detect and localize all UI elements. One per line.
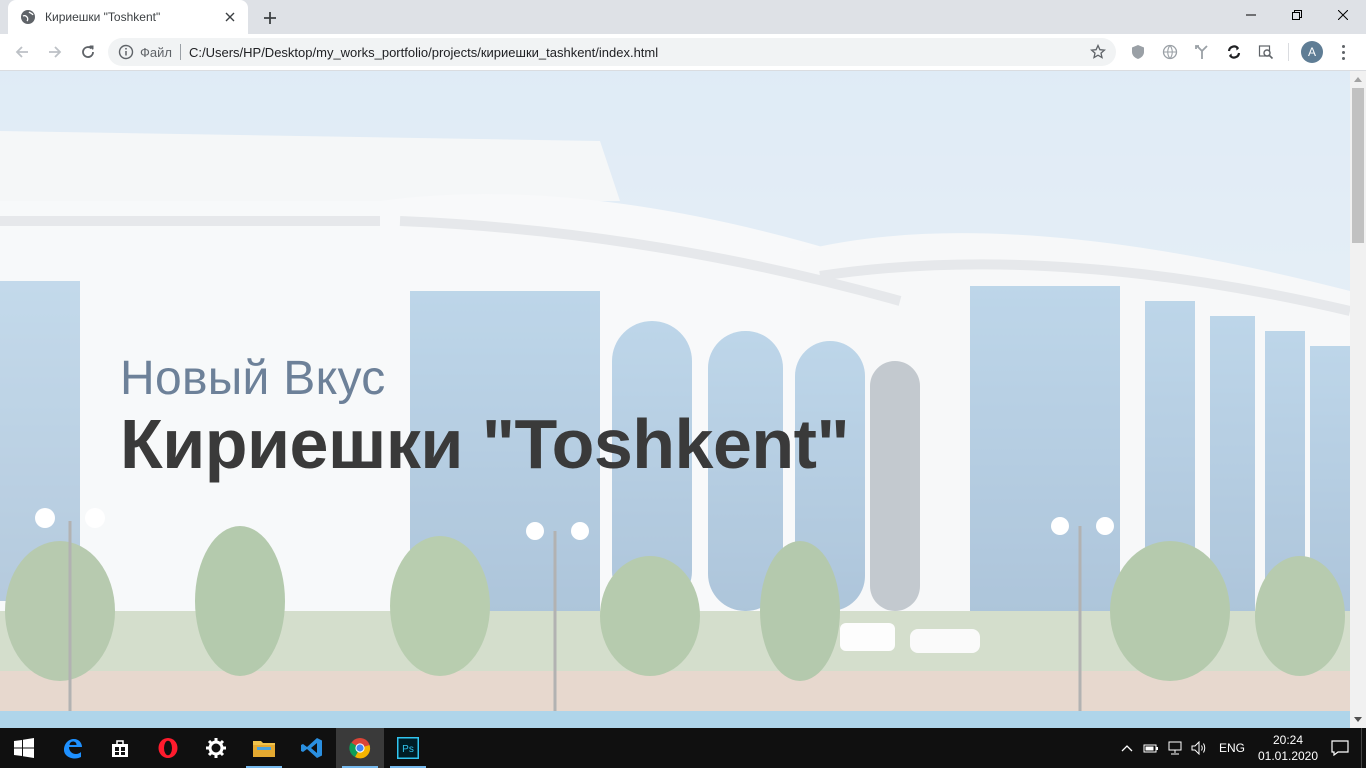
taskbar: Ps ENG 20:24 01.01.2020 (0, 728, 1366, 768)
edge-app[interactable] (48, 728, 96, 768)
url-text[interactable]: C:/Users/HP/Desktop/my_works_portfolio/p… (189, 45, 1090, 60)
restore-icon (1292, 10, 1302, 20)
info-icon[interactable] (118, 44, 134, 60)
star-icon[interactable] (1090, 44, 1106, 60)
battery-icon (1143, 744, 1158, 753)
hero-title: Кириешки "Toshkent" (120, 405, 850, 483)
start-button[interactable] (0, 728, 48, 768)
opera-icon (158, 738, 178, 758)
scrollbar-thumb[interactable] (1352, 88, 1364, 243)
arrow-left-icon (15, 46, 28, 58)
divider (179, 44, 181, 60)
settings-app[interactable] (192, 728, 240, 768)
folder-icon (253, 741, 275, 757)
clock[interactable]: 20:24 01.01.2020 (1257, 732, 1319, 764)
chevron-down-icon (1354, 717, 1362, 722)
volume-tray-button[interactable] (1187, 728, 1211, 768)
new-tab-button[interactable] (258, 6, 282, 30)
windows-icon (14, 738, 34, 758)
globe-extension[interactable] (1158, 40, 1182, 64)
forward-button[interactable] (40, 37, 70, 67)
globe-icon (21, 10, 35, 24)
chevron-up-icon (1354, 77, 1362, 82)
system-tray: ENG 20:24 01.01.2020 (1115, 728, 1366, 768)
window-controls (1228, 0, 1366, 30)
close-icon (1338, 10, 1348, 20)
notifications-button[interactable] (1319, 728, 1361, 768)
search-page-icon (1258, 45, 1274, 60)
photoshop-app[interactable]: Ps (384, 728, 432, 768)
tray-expand-button[interactable] (1115, 728, 1139, 768)
back-button[interactable] (7, 37, 37, 67)
edge-icon (64, 739, 82, 759)
store-icon (112, 740, 128, 757)
chrome-icon (349, 738, 371, 759)
close-icon[interactable] (222, 9, 238, 25)
extensions: A (1126, 38, 1355, 66)
hero-text: Новый Вкус Кириешки "Toshkent" (120, 351, 850, 483)
globe-icon (1162, 44, 1178, 60)
tab-title: Кириешки "Toshkent" (45, 10, 161, 24)
vscode-icon (301, 738, 322, 758)
menu-icon[interactable] (1331, 40, 1355, 64)
notification-icon (1331, 740, 1349, 756)
photoshop-label: Ps (402, 744, 414, 755)
show-desktop-button[interactable] (1361, 728, 1366, 768)
minimize-button[interactable] (1228, 0, 1274, 30)
divider (1288, 43, 1289, 61)
tools-icon (1195, 45, 1208, 59)
reload-icon (82, 45, 94, 58)
network-icon (1168, 741, 1182, 755)
arrow-right-icon (49, 46, 62, 58)
tools-extension[interactable] (1190, 40, 1214, 64)
reload-button[interactable] (73, 37, 103, 67)
hero-subtitle: Новый Вкус (120, 352, 386, 405)
sync-extension[interactable] (1222, 40, 1246, 64)
network-tray-button[interactable] (1163, 728, 1187, 768)
address-bar[interactable]: Файл C:/Users/HP/Desktop/my_works_portfo… (108, 38, 1116, 66)
chevron-up-icon (1121, 745, 1133, 752)
sync-icon (1227, 45, 1241, 59)
scroll-up-button[interactable] (1350, 71, 1366, 87)
clock-time: 20:24 (1272, 733, 1304, 747)
vscode-app[interactable] (288, 728, 336, 768)
search-page-extension[interactable] (1254, 40, 1278, 64)
plus-icon (264, 12, 276, 24)
explorer-app[interactable] (240, 728, 288, 768)
speaker-icon (1191, 741, 1206, 755)
shield-icon (1132, 45, 1144, 59)
battery-tray-button[interactable] (1139, 728, 1163, 768)
chrome-app[interactable] (336, 728, 384, 768)
vertical-scrollbar[interactable] (1350, 71, 1366, 728)
browser-toolbar: Файл C:/Users/HP/Desktop/my_works_portfo… (0, 34, 1366, 71)
clock-date: 01.01.2020 (1257, 749, 1319, 763)
avatar[interactable]: A (1301, 41, 1323, 63)
gear-icon (206, 738, 226, 758)
photoshop-icon: Ps (397, 737, 419, 759)
browser-tab[interactable]: Кириешки "Toshkent" (8, 0, 248, 34)
restore-button[interactable] (1274, 0, 1320, 30)
language-indicator[interactable]: ENG (1211, 741, 1257, 755)
opera-app[interactable] (144, 728, 192, 768)
shield-extension[interactable] (1126, 40, 1150, 64)
store-app[interactable] (96, 728, 144, 768)
minimize-icon (1246, 14, 1256, 16)
tab-strip: Кириешки "Toshkent" (0, 0, 1366, 34)
scheme-label: Файл (140, 44, 172, 60)
page-viewport: Новый Вкус Кириешки "Toshkent" (0, 71, 1350, 728)
scroll-down-button[interactable] (1350, 712, 1366, 728)
close-window-button[interactable] (1320, 0, 1366, 30)
